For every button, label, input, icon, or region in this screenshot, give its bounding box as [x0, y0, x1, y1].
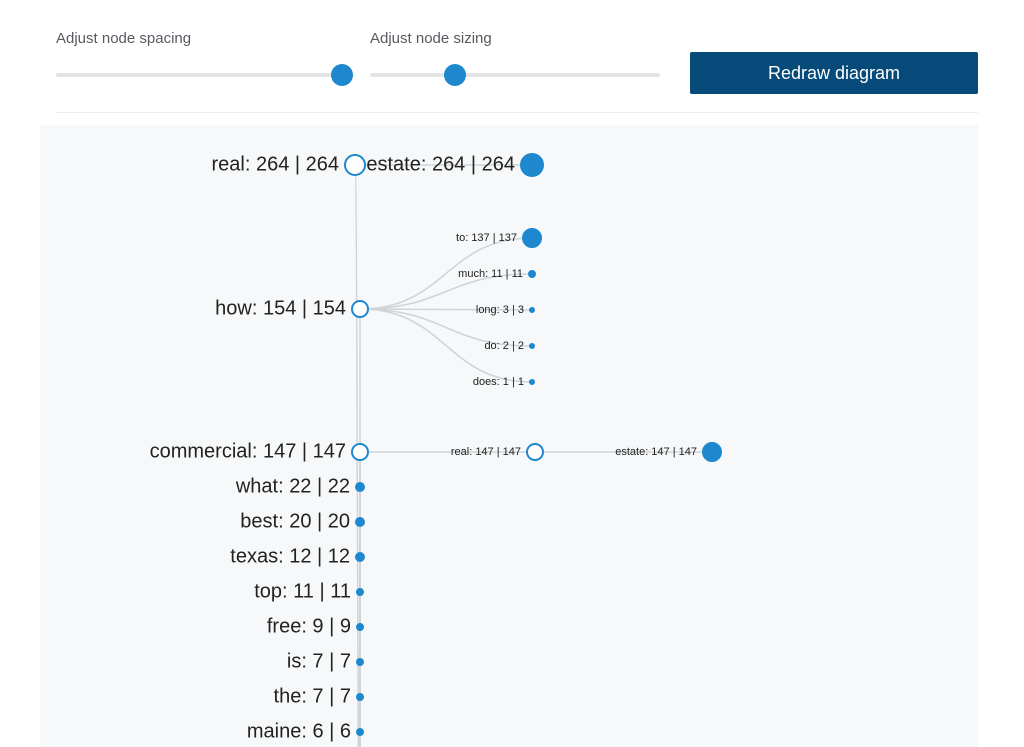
tree-node-label: do: 2 | 2: [484, 340, 524, 352]
spacing-label: Adjust node spacing: [56, 30, 346, 47]
sizing-label: Adjust node sizing: [370, 30, 660, 47]
tree-node[interactable]: is: 7 | 7: [287, 650, 363, 672]
tree-diagram[interactable]: real: 264 | 264 estate: 264 | 264 how: 154…: [40, 125, 978, 747]
tree-node[interactable]: free: 9 | 9: [267, 615, 363, 637]
tree-node-label: real: 147 | 147: [451, 446, 521, 458]
redraw-button[interactable]: Redraw diagram: [690, 52, 978, 94]
sizing-slider-thumb[interactable]: [444, 64, 466, 86]
tree-node-label: to: 137 | 137: [456, 232, 517, 244]
tree-node[interactable]: estate: 147 | 147: [615, 443, 721, 461]
tree-node-label: what: 22 | 22: [235, 475, 350, 497]
tree-node-label: much: 11 | 11: [458, 268, 523, 280]
tree-node[interactable]: texas: 12 | 12: [230, 545, 364, 567]
tree-node-label: top: 11 | 11: [254, 580, 351, 602]
sizing-slider[interactable]: [370, 65, 660, 85]
tree-node-label: free: 9 | 9: [267, 615, 351, 637]
tree-node-label: long: 3 | 3: [476, 304, 524, 316]
tree-node-label: the: 7 | 7: [274, 685, 351, 707]
tree-node[interactable]: commercial: 147 | 147: [150, 440, 368, 462]
spacing-control: Adjust node spacing: [56, 30, 346, 85]
controls-row: Adjust node spacing Adjust node sizing R…: [0, 0, 1024, 94]
diagram-panel: real: 264 | 264 estate: 264 | 264 how: 154…: [40, 125, 978, 747]
tree-node[interactable]: to: 137 | 137: [456, 229, 541, 247]
tree-node[interactable]: top: 11 | 11: [254, 580, 363, 602]
tree-node-label: commercial: 147 | 147: [150, 440, 346, 462]
tree-node-label: does: 1 | 1: [473, 376, 524, 388]
spacing-slider[interactable]: [56, 65, 346, 85]
tree-node-label: best: 20 | 20: [240, 510, 350, 532]
tree-node[interactable]: how: 154 | 154: [215, 297, 368, 319]
spacing-slider-track: [56, 73, 346, 77]
tree-node-label: is: 7 | 7: [287, 650, 351, 672]
tree-node[interactable]: real: 264 | 264: [211, 153, 365, 175]
tree-node-label: estate: 147 | 147: [615, 446, 697, 458]
sizing-control: Adjust node sizing: [370, 30, 660, 85]
tree-node[interactable]: maine: 6 | 6: [247, 720, 363, 742]
spacing-slider-thumb[interactable]: [331, 64, 353, 86]
tree-node-label: how: 154 | 154: [215, 297, 346, 319]
tree-node-label: maine: 6 | 6: [247, 720, 351, 742]
divider: [56, 112, 978, 113]
tree-node-label: texas: 12 | 12: [230, 545, 350, 567]
tree-node-label: real: 264 | 264: [211, 153, 339, 175]
tree-node[interactable]: best: 20 | 20: [240, 510, 364, 532]
tree-node-label: estate: 264 | 264: [366, 153, 515, 175]
tree-node[interactable]: the: 7 | 7: [274, 685, 363, 707]
tree-node[interactable]: real: 147 | 147: [451, 444, 543, 460]
tree-node[interactable]: what: 22 | 22: [235, 475, 364, 497]
sizing-slider-track: [370, 73, 660, 77]
